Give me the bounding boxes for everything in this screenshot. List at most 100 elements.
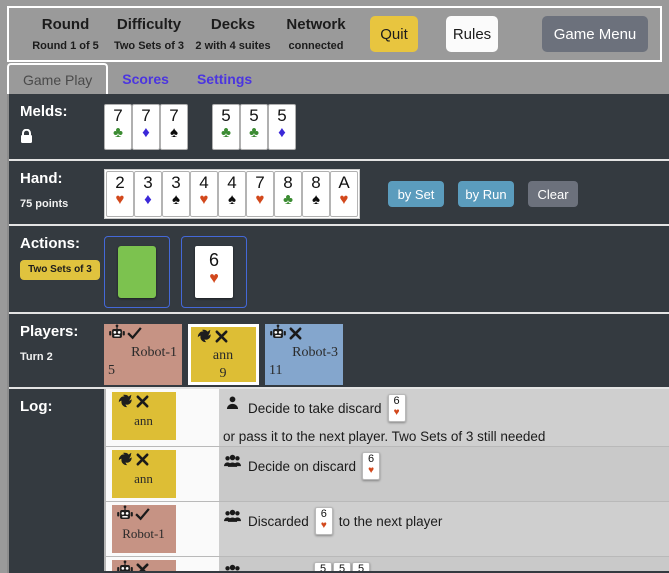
tab-game-play[interactable]: Game Play [7, 63, 109, 94]
turn-indicator: Turn 2 [20, 351, 53, 363]
card-rank: 4 [199, 173, 209, 192]
hand-cards[interactable]: 2 ♥ 3 ♦ 3 ♠ 4 ♥ 4 ♠ 7 ♥ 8 ♣ 8 ♠ A ♥ [104, 169, 360, 219]
heart-suit-icon: ♥ [339, 191, 349, 208]
robot-icon [269, 324, 287, 347]
playing-card[interactable]: 3 ♠ [162, 171, 190, 217]
lock-icon [20, 128, 104, 149]
playing-card[interactable]: 4 ♥ [190, 171, 218, 217]
log-message: New meld5♣5♣5♦ [248, 562, 371, 571]
people-icon-svg [223, 454, 241, 467]
playing-card[interactable]: 7 ♦ [132, 104, 160, 150]
log-mini-card[interactable]: 5♣ [314, 562, 333, 571]
tab-scores[interactable]: Scores [108, 63, 183, 94]
playing-card[interactable]: 7 ♣ [104, 104, 132, 150]
playing-card[interactable]: A ♥ [330, 171, 358, 217]
card-back-icon[interactable] [118, 246, 156, 298]
x-icon-svg [136, 563, 149, 571]
robot-icon [116, 505, 134, 528]
player-score: 9 [219, 366, 227, 381]
person-icon-svg [226, 396, 238, 410]
discard-card-rank: 6 [208, 250, 219, 270]
club-suit-icon: ♣ [113, 124, 123, 141]
log-panel[interactable]: ann Decide to take discard 6 ♥ or pass it to… [104, 389, 669, 571]
log-message-text: Decide to take discard [248, 400, 382, 416]
hand-body: 2 ♥ 3 ♦ 3 ♠ 4 ♥ 4 ♠ 7 ♥ 8 ♣ 8 ♠ A ♥ by Set by Run Clear [104, 161, 669, 224]
log-entry[interactable]: Robot-1 Discarded 6 ♥ to the next player [106, 502, 669, 557]
clear-button[interactable]: Clear [528, 181, 578, 207]
log-message: Decide on discard 6 ♥ [248, 452, 381, 480]
header-buttons: Quit Rules Game Menu [364, 16, 648, 52]
x-icon [135, 562, 150, 571]
stat-decks: Decks 2 with 4 suites [190, 15, 276, 54]
playing-card[interactable]: 7 ♥ [246, 171, 274, 217]
log-mini-card[interactable]: 5♣ [333, 562, 352, 571]
playing-card[interactable]: 8 ♠ [302, 171, 330, 217]
player-icons [116, 394, 171, 413]
hand-points: 75 points [20, 198, 69, 210]
card-rank: 7 [255, 173, 265, 192]
club-suit-icon: ♣ [283, 191, 293, 208]
dove-icon [116, 450, 134, 473]
card-rank: 7 [141, 106, 151, 125]
people-icon [223, 452, 241, 468]
log-text: Discarded 6 ♥ to the next player [219, 502, 669, 556]
player-score: 5 [108, 363, 115, 378]
log-message: Decide to take discard 6 ♥ [248, 394, 406, 422]
sort-by-run-button[interactable]: by Run [458, 181, 514, 207]
playing-card[interactable]: 8 ♣ [274, 171, 302, 217]
meld-group[interactable]: 5 ♣ 5 ♣ 5 ♦ [212, 104, 296, 150]
log-mini-card[interactable]: 6 ♥ [387, 394, 406, 422]
log-row: Log: ann Decide to take discard 6 ♥ or pass … [9, 389, 669, 571]
stat-network-label: Network [286, 15, 346, 33]
log-mini-card[interactable]: 5♦ [352, 562, 371, 571]
meld-group[interactable]: 7 ♣ 7 ♦ 7 ♠ [104, 104, 188, 150]
log-entry[interactable]: ann Decide on discard 6 ♥ [106, 447, 669, 502]
discard-card[interactable]: 6 ♥ [195, 246, 233, 298]
sort-by-set-button[interactable]: by Set [388, 181, 444, 207]
tab-settings[interactable]: Settings [183, 63, 266, 94]
heart-suit-icon: ♥ [368, 465, 375, 476]
card-rank: 3 [143, 173, 153, 192]
player-icons [116, 452, 171, 471]
quit-button[interactable]: Quit [370, 16, 418, 52]
stat-difficulty-value: Two Sets of 3 [113, 39, 185, 52]
player-icons [116, 560, 171, 571]
log-continuation: or pass it to the next player. Two Sets … [223, 429, 546, 444]
player-icons [116, 505, 171, 528]
players-label-cell: Players: Turn 2 [9, 314, 104, 387]
club-suit-icon: ♣ [249, 124, 259, 141]
card-rank: 8 [283, 173, 293, 192]
player-badge-ann[interactable]: ann 9 [188, 324, 259, 385]
card-rank: 5 [277, 106, 287, 125]
playing-card[interactable]: 2 ♥ [106, 171, 134, 217]
melds-body: 7 ♣ 7 ♦ 7 ♠ 5 ♣ 5 ♣ 5 ♦ [104, 94, 669, 159]
player-name: Robot-1 [131, 345, 177, 360]
player-badge-robot-3[interactable]: Robot-3 11 [265, 324, 343, 385]
stat-round-label: Round [41, 15, 90, 33]
melds-row: Melds: 7 ♣ 7 ♦ 7 ♠ 5 ♣ 5 ♣ 5 ♦ [9, 94, 669, 161]
log-entry[interactable]: Robot-1New meld5♣5♣5♦ [106, 557, 669, 571]
game-menu-button[interactable]: Game Menu [542, 16, 648, 52]
log-text: New meld5♣5♣5♦ [219, 557, 669, 571]
log-mini-card[interactable]: 6 ♥ [362, 452, 381, 480]
playing-card[interactable]: 5 ♣ [240, 104, 268, 150]
player-badge-robot-1[interactable]: Robot-1 5 [104, 324, 182, 385]
player-score: 11 [269, 363, 283, 378]
player-icons [108, 324, 177, 347]
playing-card[interactable]: 4 ♠ [218, 171, 246, 217]
playing-card[interactable]: 5 ♣ [212, 104, 240, 150]
robot-icon [108, 324, 126, 347]
playing-card[interactable]: 3 ♦ [134, 171, 162, 217]
log-entry[interactable]: ann Decide to take discard 6 ♥ or pass it to… [106, 389, 669, 447]
playing-card[interactable]: 7 ♠ [160, 104, 188, 150]
draw-deck-slot[interactable] [104, 236, 170, 308]
log-avatar-cell: Robot-1 [106, 502, 219, 556]
check-icon-svg [127, 326, 142, 339]
playing-card[interactable]: 5 ♦ [268, 104, 296, 150]
log-mini-card[interactable]: 6 ♥ [314, 507, 333, 535]
rules-button[interactable]: Rules [446, 16, 498, 52]
check-icon [127, 326, 142, 346]
card-rank: A [338, 173, 350, 192]
log-body[interactable]: ann Decide to take discard 6 ♥ or pass it to… [104, 389, 669, 571]
discard-pile-slot[interactable]: 6 ♥ [181, 236, 247, 308]
